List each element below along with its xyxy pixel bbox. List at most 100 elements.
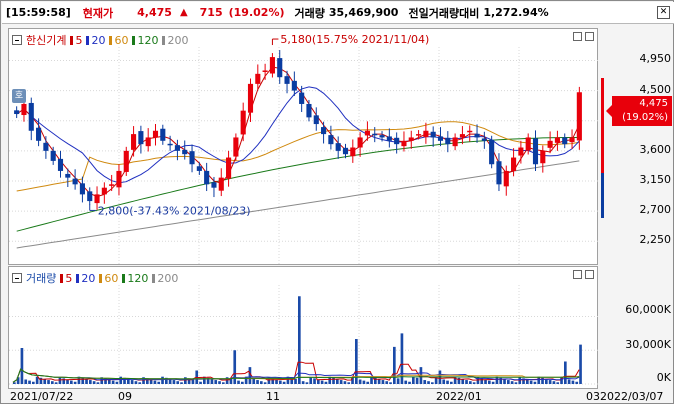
candle-body	[401, 140, 407, 147]
quote-time: [15:59:58]	[6, 6, 71, 19]
volume-bar	[199, 381, 202, 384]
volume-bar	[89, 380, 92, 384]
volume-chart-panel[interactable]: 거래량 5 20 60 120 200	[8, 266, 599, 390]
volume-bar	[480, 378, 484, 384]
volume-bar	[161, 376, 164, 384]
candle-body	[167, 143, 173, 146]
ma-label: 20	[91, 33, 106, 47]
volume-bar	[503, 378, 506, 384]
volume-bar	[472, 382, 476, 384]
volume-bar	[28, 380, 31, 384]
candle-body	[386, 136, 392, 141]
candle-body	[372, 133, 378, 136]
volume-bar	[556, 382, 560, 384]
collapse-icon[interactable]	[12, 35, 22, 45]
candle-body	[204, 170, 210, 185]
x-tick-label: 03	[586, 390, 600, 403]
volume-bar	[324, 381, 328, 384]
stock-name: 한신기계	[26, 34, 67, 47]
volume-bar	[222, 382, 225, 384]
up-triangle-icon: ▲	[179, 7, 188, 18]
ma-swatch	[132, 35, 136, 45]
volume-bar	[423, 380, 427, 384]
volume-bar	[130, 380, 134, 384]
x-tick-label: 2021/07/22	[10, 390, 74, 403]
volume-bar	[153, 380, 157, 384]
collapse-icon[interactable]	[12, 273, 22, 283]
candle-body	[342, 147, 349, 155]
volume-bar	[533, 381, 537, 384]
candle-body	[255, 73, 261, 84]
candle-body	[57, 158, 64, 171]
panel-minimize-icon[interactable]	[573, 32, 582, 41]
volume-bar	[271, 378, 275, 384]
volume-ratio-value: 1,272.94%	[483, 6, 549, 19]
candle-body	[218, 177, 224, 191]
volume-bar	[358, 379, 362, 384]
ma-label: 5	[65, 271, 73, 285]
ask-depth-bar	[601, 78, 604, 173]
panel-maximize-icon[interactable]	[585, 270, 594, 279]
ma-legend-item: 5	[60, 272, 72, 285]
candle-body	[160, 128, 166, 141]
ma-legend-item: 200	[152, 272, 178, 285]
candle-body	[21, 103, 27, 116]
candle-body	[350, 147, 356, 157]
volume-bar	[92, 381, 96, 384]
candle-body	[503, 170, 509, 187]
quote-toggle-button[interactable]: 호	[12, 89, 26, 103]
volume-bar	[461, 378, 465, 384]
candle-body	[489, 139, 495, 165]
date-axis: 2021/07/22 09 11 2022/01 03 2022/03/07	[8, 390, 674, 404]
candle-body	[174, 145, 180, 151]
volume-bar	[389, 382, 392, 384]
candle-body	[379, 135, 385, 138]
volume-bar	[507, 380, 510, 384]
volume-bar	[214, 380, 218, 384]
volume-bar	[96, 382, 100, 384]
price-legend: 한신기계 5 20 60 120 200	[12, 32, 188, 48]
volume-bar	[450, 381, 453, 384]
ma-label: 200	[167, 33, 189, 47]
candle-body	[532, 138, 539, 165]
ma-label: 20	[81, 271, 96, 285]
current-price-tag-value: 4,475	[639, 98, 668, 109]
volume-panel-controls	[573, 270, 594, 279]
candle-body	[430, 131, 436, 138]
volume-bar	[366, 381, 370, 384]
volume-bar	[343, 381, 347, 384]
volume-bar	[241, 381, 244, 384]
volume-bar	[294, 378, 297, 384]
close-icon[interactable]: ✕	[657, 6, 670, 19]
panel-minimize-icon[interactable]	[573, 270, 582, 279]
candle-body	[79, 183, 85, 195]
panel-maximize-icon[interactable]	[585, 32, 594, 41]
volume-bar	[191, 379, 195, 384]
candle-body	[101, 187, 107, 195]
ma-swatch	[109, 35, 113, 45]
candle-body	[262, 70, 268, 72]
volume-bar	[282, 381, 286, 384]
current-price-tag: 4,475 (19.02%)	[606, 96, 672, 126]
ma-swatch	[86, 35, 90, 45]
volume-label: 거래량	[294, 6, 325, 20]
candle-body	[269, 57, 275, 74]
current-price-label: 현재가	[82, 6, 114, 20]
candle-body	[540, 150, 546, 164]
candle-body	[87, 191, 93, 202]
ma-swatch	[152, 273, 156, 283]
price-chart-panel[interactable]: 5,180(15.75% 2021/11/04) 2,800(-37.43% 20…	[8, 28, 599, 266]
candle-body	[43, 142, 49, 151]
chart-window: [15:59:58] 현재가 4,475 ▲ 715 (19.02%) 거래량 …	[0, 0, 674, 404]
candle-body	[94, 194, 100, 204]
volume-bar	[157, 381, 161, 384]
candle-body	[138, 131, 144, 145]
volume-bar	[339, 380, 343, 384]
y-tick-label: 4,500	[639, 82, 672, 96]
volume-bar	[111, 380, 115, 384]
volume-bar	[465, 380, 468, 384]
y-tick-label: 60,000K	[625, 303, 671, 316]
candle-body	[109, 184, 115, 186]
y-tick-label: 30,000K	[625, 338, 671, 351]
candle-body	[481, 138, 487, 141]
